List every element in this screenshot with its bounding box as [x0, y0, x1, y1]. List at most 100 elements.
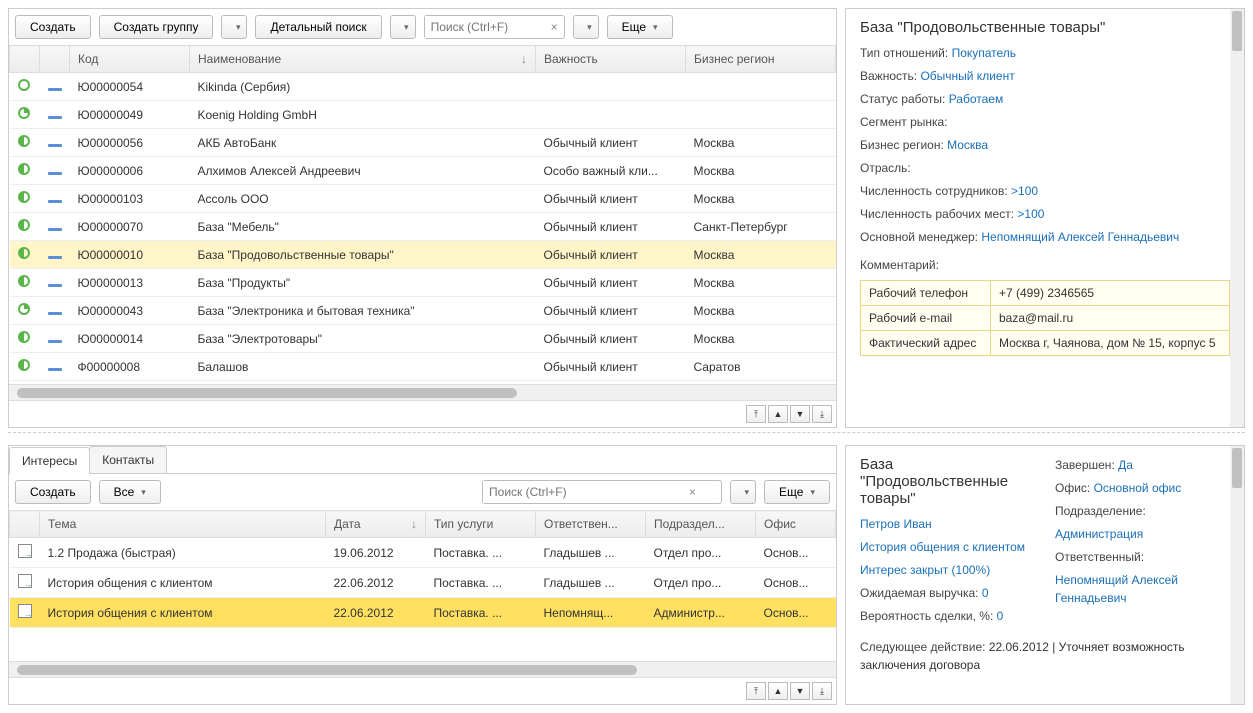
info-button[interactable]: i [221, 15, 247, 39]
rev-value[interactable]: 0 [982, 586, 989, 600]
sub-all-button[interactable]: Все [99, 480, 161, 504]
main-table: Код Наименование↓ Важность Бизнес регион… [9, 45, 836, 384]
table-row[interactable]: Ю00000056АКБ АвтоБанкОбычный клиентМоскв… [10, 129, 836, 157]
table-row[interactable]: Ю00000043База "Электроника и бытовая тех… [10, 297, 836, 325]
row-resp: Непомнящ... [536, 598, 646, 628]
dept-value[interactable]: Администрация [1055, 527, 1143, 541]
contact-label: Рабочий e-mail [861, 306, 991, 331]
row-date: 22.06.2012 [326, 598, 426, 628]
sub-col-dept[interactable]: Подраздел... [646, 511, 756, 538]
row-dash-icon [40, 185, 70, 213]
row-region [686, 73, 836, 101]
table-row[interactable]: Ю00000070База "Мебель"Обычный клиентСанк… [10, 213, 836, 241]
rel-label: Тип отношений: [860, 46, 948, 60]
table-row[interactable]: Ю00000006Алхимов Алексей АндреевичОсобо … [10, 157, 836, 185]
tab-contacts[interactable]: Контакты [89, 446, 167, 473]
sub-more-button[interactable]: Еще [764, 480, 830, 504]
done-label: Завершен: [1055, 458, 1115, 472]
create-group-button[interactable]: Создать группу [99, 15, 214, 39]
row-status-icon [10, 157, 40, 185]
nav-first-icon[interactable]: ⤒ [746, 682, 766, 700]
dept-label: Подразделение: [1055, 504, 1146, 518]
sub-search-box[interactable]: × [482, 480, 722, 504]
branch-label: Отрасль: [860, 161, 911, 175]
sub-h-scrollbar[interactable] [9, 661, 836, 677]
table-row[interactable]: Ю00000103Ассоль ООООбычный клиентМосква [10, 185, 836, 213]
tab-interests[interactable]: Интересы [9, 447, 90, 474]
done-value[interactable]: Да [1118, 458, 1133, 472]
sub-create-button[interactable]: Создать [15, 480, 91, 504]
row-region: Москва [686, 297, 836, 325]
office-value[interactable]: Основной офис [1094, 481, 1182, 495]
table-row[interactable]: История общения с клиентом22.06.2012Пост… [10, 598, 836, 628]
wp-value[interactable]: >100 [1017, 207, 1044, 221]
nav-last-icon[interactable]: ⤓ [812, 405, 832, 423]
col-code[interactable]: Код [70, 46, 190, 73]
nav-last-icon[interactable]: ⤓ [812, 682, 832, 700]
mgr-value[interactable]: Непомнящий Алексей Геннадьевич [981, 230, 1179, 244]
reg-value[interactable]: Москва [947, 138, 988, 152]
create-button[interactable]: Создать [15, 15, 91, 39]
row-name: Kikinda (Сербия) [190, 73, 536, 101]
sub-table: Тема Дата↓ Тип услуги Ответствен... Подр… [9, 510, 836, 661]
sub-closed[interactable]: Интерес закрыт (100%) [860, 563, 990, 577]
table-row[interactable]: Ю00000013База "Продукты"Обычный клиентМо… [10, 269, 836, 297]
nav-down-icon[interactable]: ▼ [790, 682, 810, 700]
col-dash[interactable] [40, 46, 70, 73]
sub-col-topic[interactable]: Тема [40, 511, 326, 538]
detail-search-button[interactable]: Детальный поиск [255, 15, 381, 39]
row-office: Основ... [756, 568, 836, 598]
table-row[interactable]: Ю00000010База "Продовольственные товары"… [10, 241, 836, 269]
table-row[interactable]: Ф00000008БалашовОбычный клиентСаратов [10, 353, 836, 381]
search-input[interactable] [425, 16, 545, 38]
nav-first-icon[interactable]: ⤒ [746, 405, 766, 423]
sub-search-button[interactable] [730, 480, 756, 504]
report-button[interactable] [390, 15, 416, 39]
row-code: Ю00000056 [70, 129, 190, 157]
emp-value[interactable]: >100 [1011, 184, 1038, 198]
v-scrollbar[interactable] [1230, 9, 1244, 427]
row-dash-icon [40, 325, 70, 353]
status-value[interactable]: Работаем [949, 92, 1004, 106]
prob-value[interactable]: 0 [997, 609, 1004, 623]
h-scrollbar[interactable] [9, 384, 836, 400]
table-row[interactable]: История общения с клиентом22.06.2012Пост… [10, 568, 836, 598]
row-region: Москва [686, 325, 836, 353]
resp-value[interactable]: Непомнящий Алексей Геннадьевич [1055, 573, 1178, 605]
row-region: Саратов [686, 353, 836, 381]
row-dash-icon [40, 73, 70, 101]
row-topic: История общения с клиентом [40, 568, 326, 598]
row-svc: Поставка. ... [426, 568, 536, 598]
search-clear-icon[interactable]: × [545, 20, 564, 34]
sub-history[interactable]: История общения с клиентом [860, 540, 1025, 554]
row-region: Москва [686, 269, 836, 297]
sub-col-svc[interactable]: Тип услуги [426, 511, 536, 538]
nav-up-icon[interactable]: ▲ [768, 405, 788, 423]
col-name[interactable]: Наименование↓ [190, 46, 536, 73]
sub-person[interactable]: Петров Иван [860, 517, 932, 531]
imp-value[interactable]: Обычный клиент [920, 69, 1014, 83]
col-importance[interactable]: Важность [536, 46, 686, 73]
table-row[interactable]: Ю00000054Kikinda (Сербия) [10, 73, 836, 101]
table-row[interactable]: 1.2 Продажа (быстрая)19.06.2012Поставка.… [10, 538, 836, 568]
sub-col-resp[interactable]: Ответствен... [536, 511, 646, 538]
nav-down-icon[interactable]: ▼ [790, 405, 810, 423]
rel-value[interactable]: Покупатель [952, 46, 1016, 60]
nav-up-icon[interactable]: ▲ [768, 682, 788, 700]
table-row[interactable]: Ю00000049Koenig Holding GmbH [10, 101, 836, 129]
col-icon[interactable] [10, 46, 40, 73]
col-region[interactable]: Бизнес регион [686, 46, 836, 73]
more-button[interactable]: Еще [607, 15, 673, 39]
detail-panel: База "Продовольственные товары" Тип отно… [846, 9, 1244, 366]
search-box[interactable]: × [424, 15, 565, 39]
search-button[interactable] [573, 15, 599, 39]
wp-label: Численность рабочих мест: [860, 207, 1014, 221]
sub-col-office[interactable]: Офис [756, 511, 836, 538]
sub-v-scrollbar[interactable] [1230, 446, 1244, 704]
sub-search-clear-icon[interactable]: × [683, 485, 702, 499]
sub-col-icon[interactable] [10, 511, 40, 538]
table-row[interactable]: Ю00000014База "Электротовары"Обычный кли… [10, 325, 836, 353]
sub-search-input[interactable] [483, 481, 683, 503]
seg-label: Сегмент рынка: [860, 115, 948, 129]
sub-col-date[interactable]: Дата↓ [326, 511, 426, 538]
